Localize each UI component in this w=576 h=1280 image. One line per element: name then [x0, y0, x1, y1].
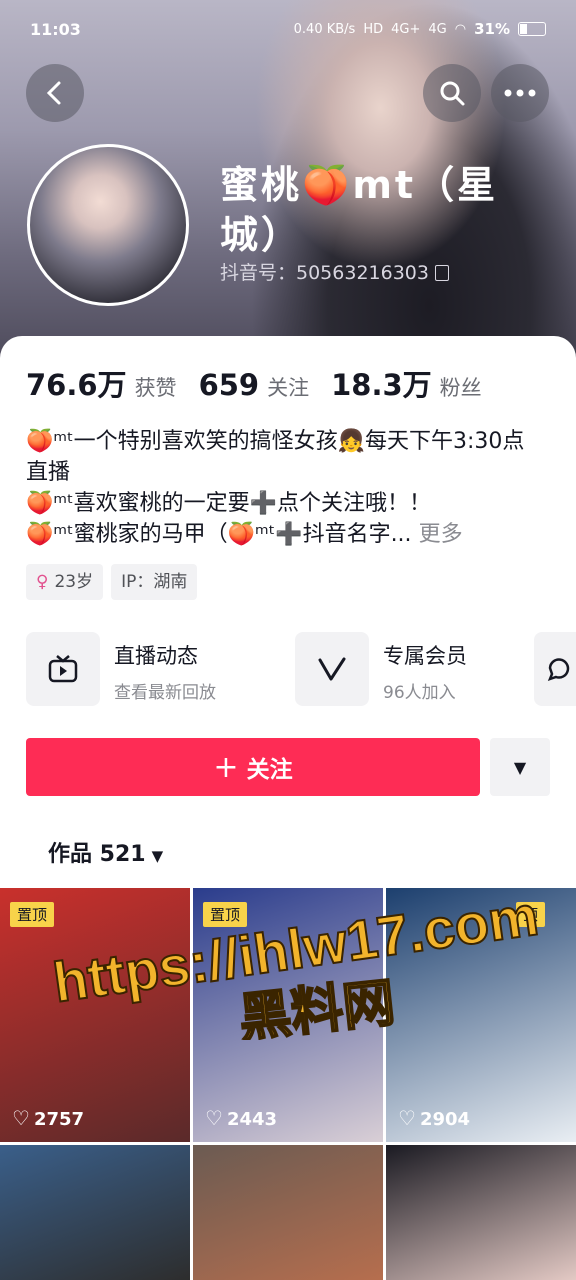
search-icon: [440, 81, 465, 106]
works-tab-label: 作品 521: [48, 842, 146, 867]
tab-works[interactable]: 作品 521 ▼: [48, 836, 163, 868]
triangle-down-icon: ▼: [513, 757, 527, 777]
likes-count: ♡ 2443: [205, 1106, 277, 1130]
signal-4g-plus-icon: 4G+: [391, 21, 421, 37]
avatar[interactable]: [27, 144, 189, 306]
feature-title-live[interactable]: 直播动态: [114, 640, 198, 670]
status-time: 11:03: [30, 20, 81, 39]
stat-number: 18.3万: [331, 368, 432, 402]
bio[interactable]: 🍑ᵐᵗ一个特别喜欢笑的搞怪女孩👧每天下午3:30点直播 🍑ᵐᵗ喜欢蜜桃的一定要➕…: [26, 426, 546, 550]
more-button[interactable]: [491, 64, 549, 122]
more-dots-icon: [504, 89, 536, 97]
stat-number: 659: [198, 368, 260, 402]
stat-followers[interactable]: 18.3万 粉丝: [331, 362, 482, 404]
douyin-id-text: 抖音号：50563216303: [220, 262, 429, 284]
likes-number: 2443: [226, 1109, 278, 1130]
age-text: 23岁: [54, 572, 94, 592]
signal-4g-icon: 4G: [428, 21, 447, 37]
feature-sub-live: 查看最新回放: [114, 683, 216, 703]
bio-line-3-text: 🍑ᵐᵗ蜜桃家的马甲（🍑ᵐᵗ➕抖音名字...: [26, 522, 412, 547]
stat-likes[interactable]: 76.6万 获赞: [26, 362, 177, 404]
caret-down-icon: ▼: [151, 847, 164, 865]
likes-count: ♡ 2904: [398, 1106, 470, 1130]
likes-number: 2757: [33, 1109, 85, 1130]
heart-icon: ♡: [205, 1106, 223, 1130]
video-tile[interactable]: [386, 1145, 576, 1280]
douyin-id[interactable]: 抖音号：50563216303: [220, 258, 449, 285]
bio-line-3: 🍑ᵐᵗ蜜桃家的马甲（🍑ᵐᵗ➕抖音名字... 更多: [26, 519, 546, 550]
video-tile[interactable]: [0, 1145, 190, 1280]
stat-following[interactable]: 659 关注: [199, 368, 310, 402]
likes-count: ♡ 2757: [12, 1106, 84, 1130]
feature-title-member[interactable]: 专属会员: [383, 640, 467, 670]
tag-row: ♀ 23岁 IP：湖南: [26, 564, 198, 600]
bio-line-1: 🍑ᵐᵗ一个特别喜欢笑的搞怪女孩👧每天下午3:30点直播: [26, 429, 525, 485]
follow-button[interactable]: + 关注: [26, 738, 480, 796]
age-tag: ♀ 23岁: [26, 564, 104, 600]
copy-icon[interactable]: [434, 265, 449, 281]
net-speed: 0.40 KB/s: [293, 21, 356, 37]
profile-header: 11:03 0.40 KB/s HD 4G+ 4G ◠ 31% 蜜桃🍑mt（星城…: [0, 0, 576, 370]
feature-sub-member: 96人加入: [383, 683, 456, 703]
recommend-dropdown-button[interactable]: ▼: [490, 738, 550, 796]
back-button[interactable]: [26, 64, 84, 122]
status-icons: 0.40 KB/s HD 4G+ 4G ◠ 31%: [294, 20, 546, 38]
bio-more-link[interactable]: 更多: [419, 522, 463, 547]
wifi-icon: ◠: [454, 21, 467, 37]
follow-label: 关注: [246, 757, 293, 783]
stat-number: 76.6万: [26, 368, 127, 402]
live-tv-icon[interactable]: [26, 632, 100, 706]
video-tile[interactable]: [193, 1145, 383, 1280]
stat-label: 获赞: [134, 376, 177, 400]
feature-row: 直播动态 查看最新回放 专属会员 96人加入: [26, 632, 576, 706]
profile-name: 蜜桃🍑mt（星城）: [220, 163, 499, 257]
bio-line-2: 🍑ᵐᵗ喜欢蜜桃的一定要➕点个关注哦！！: [26, 491, 431, 516]
member-v-icon[interactable]: [295, 632, 369, 706]
site-watermark: https://ihlw17.com 黑料网: [48, 890, 543, 1040]
ip-tag: IP：湖南: [111, 564, 198, 600]
chat-group-icon[interactable]: [534, 632, 576, 706]
stats-row: 76.6万 获赞 659 关注 18.3万 粉丝: [26, 362, 504, 404]
stat-label: 关注: [267, 376, 310, 400]
stat-label: 粉丝: [439, 376, 482, 400]
likes-number: 2904: [419, 1109, 471, 1130]
status-bar: 11:03 0.40 KB/s HD 4G+ 4G ◠ 31%: [0, 0, 576, 60]
plus-icon: +: [213, 749, 239, 785]
search-button[interactable]: [423, 64, 481, 122]
heart-icon: ♡: [12, 1106, 30, 1130]
heart-icon: ♡: [398, 1106, 416, 1130]
female-icon: ♀: [36, 572, 49, 592]
chevron-left-icon: [46, 81, 61, 105]
hd-icon: HD: [363, 21, 384, 37]
battery-level: 31%: [474, 20, 510, 38]
battery-icon: [518, 22, 546, 36]
